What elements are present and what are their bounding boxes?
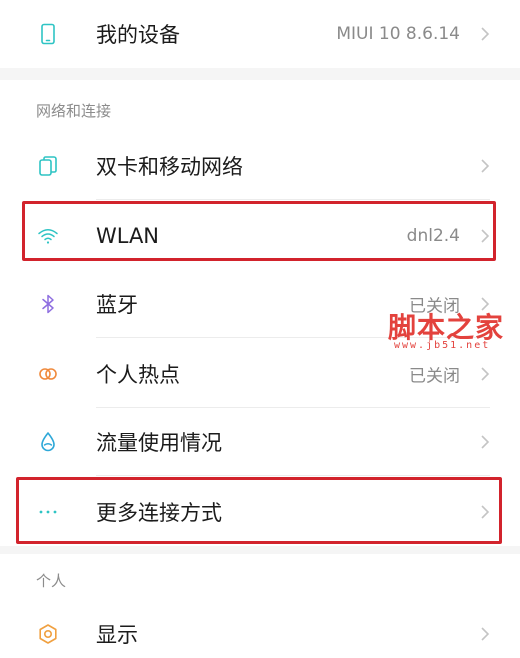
section-title-network: 网络和连接: [36, 102, 112, 120]
section-gap: [0, 68, 520, 80]
list-item-label: 个人热点: [96, 363, 180, 387]
list-item-label: 流量使用情况: [96, 431, 222, 455]
divider: [96, 475, 490, 476]
hotspot-icon: [39, 368, 57, 380]
section-title-personal: 个人: [36, 572, 67, 590]
sun-icon: [39, 624, 57, 644]
hotspot-status: 已关闭: [409, 366, 460, 387]
chevron-right-icon: [481, 159, 490, 173]
chevron-right-icon: [481, 367, 490, 381]
wlan-network-name: dnl2.4: [406, 226, 460, 246]
bluetooth-icon: [42, 294, 54, 314]
my-device-label: 我的设备: [96, 23, 180, 47]
chevron-right-icon: [481, 435, 490, 449]
my-device-version: MIUI 10 8.6.14: [336, 24, 460, 44]
watermark-url: www.jb51.net: [394, 340, 491, 351]
list-item-label: 蓝牙: [96, 293, 138, 317]
phone-icon: [41, 23, 55, 45]
more-dots-icon: [39, 510, 57, 514]
chevron-right-icon: [481, 627, 490, 641]
chevron-right-icon: [481, 505, 490, 519]
chevron-right-icon: [481, 229, 490, 243]
data-drop-icon: [41, 432, 55, 452]
chevron-right-icon: [481, 27, 490, 41]
section-header-network: 网络和连接: [0, 80, 520, 132]
site-watermark: 脚本之家 www.jb51.net: [388, 306, 510, 354]
list-item-display[interactable]: 显示: [0, 600, 520, 658]
list-item-dual-sim[interactable]: 双卡和移动网络: [0, 132, 520, 200]
section-header-personal: 个人: [0, 554, 520, 600]
list-item-label: WLAN: [96, 224, 160, 248]
list-item-label: 更多连接方式: [96, 501, 222, 525]
wifi-icon: [38, 229, 58, 244]
divider: [96, 199, 490, 200]
section-gap: [0, 546, 520, 554]
my-device-row[interactable]: 我的设备 MIUI 10 8.6.14: [0, 0, 520, 68]
list-item-wlan[interactable]: WLAN dnl2.4: [0, 202, 520, 270]
list-item-label: 显示: [96, 623, 138, 647]
list-item-label: 双卡和移动网络: [96, 155, 243, 179]
dual-sim-icon: [39, 156, 57, 176]
list-item-data-usage[interactable]: 流量使用情况: [0, 408, 520, 476]
list-item-more-connections[interactable]: 更多连接方式: [0, 478, 520, 546]
